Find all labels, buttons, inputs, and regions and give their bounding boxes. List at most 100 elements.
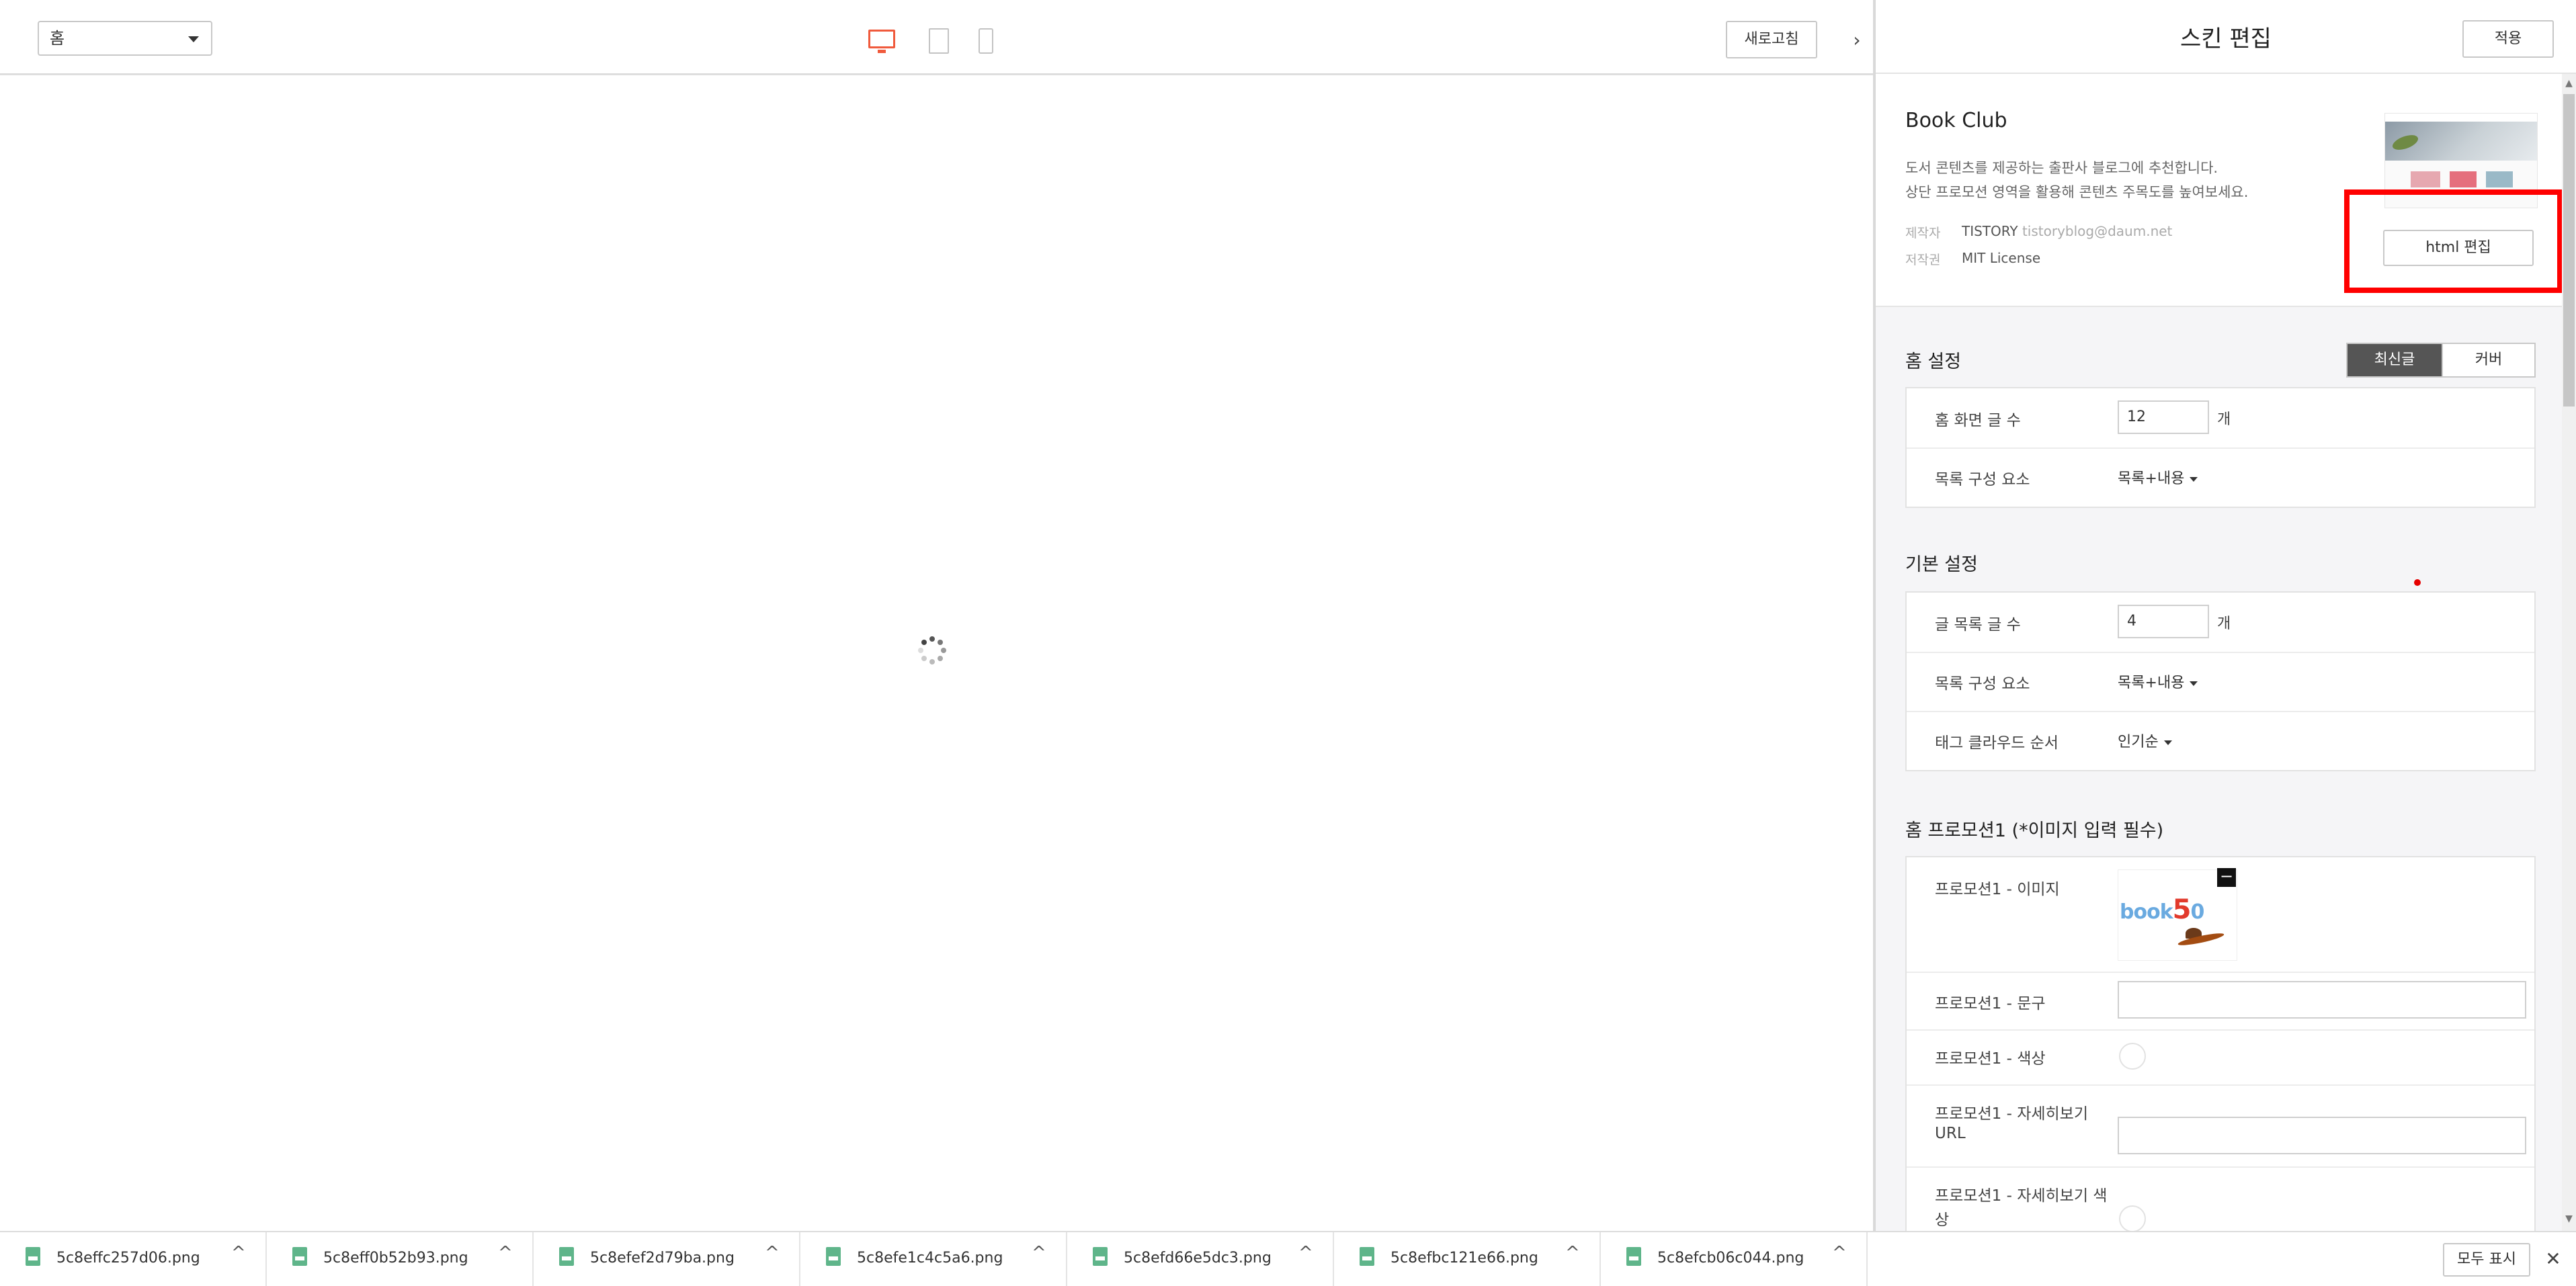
chevron-right-icon[interactable]: › [1847, 28, 1867, 52]
highlight-annotation [2344, 189, 2563, 293]
mobile-view-icon[interactable] [979, 28, 993, 54]
copyright-value: MIT License [1962, 250, 2041, 266]
download-filename: 5c8efd66e5dc3.png [1124, 1250, 1272, 1267]
caret-down-icon [188, 36, 199, 42]
download-item[interactable]: 5c8efd66e5dc3.png ^ [1067, 1232, 1334, 1286]
image-file-icon [1093, 1247, 1108, 1266]
remove-image-icon[interactable]: − [2217, 868, 2236, 887]
download-bar: 5c8effc257d06.png ^ 5c8eff0b52b93.png ^ … [0, 1231, 2576, 1286]
tag-cloud-order-dropdown[interactable]: 인기순 [2118, 730, 2172, 751]
dropdown-value: 목록+내용 [2118, 675, 2185, 691]
caret-down-icon [2190, 681, 2198, 686]
apply-button[interactable]: 적용 [2462, 20, 2554, 58]
segment-cover[interactable]: 커버 [2442, 344, 2534, 376]
download-item[interactable]: 5c8effc257d06.png ^ [0, 1232, 267, 1286]
skin-description-line: 도서 콘텐츠를 제공하는 출판사 블로그에 추천합니다. [1905, 160, 2218, 176]
list-composition-dropdown[interactable]: 목록+내용 [2118, 466, 2198, 488]
row-label: 글 목록 글 수 [1935, 616, 2021, 634]
red-dot-marker [2414, 579, 2421, 586]
home-post-count-input[interactable]: 12 [2118, 400, 2209, 434]
settings-row: 글 목록 글 수 4 개 [1907, 593, 2534, 653]
caret-down-icon [2163, 740, 2172, 745]
promo1-title: 홈 프로모션1 (*이미지 입력 필수) [1905, 820, 2164, 841]
promo-text-input[interactable] [2118, 981, 2526, 1019]
row-label: 프로모션1 - 이미지 [1935, 881, 2060, 898]
maker-label: 제작자 [1905, 226, 1941, 241]
settings-row: 목록 구성 요소 목록+내용 [1907, 652, 2534, 712]
settings-row: 프로모션1 - 문구 [1907, 972, 2534, 1031]
row-label: 상 [1935, 1211, 1950, 1229]
basic-settings-title: 기본 설정 [1905, 554, 1978, 575]
row-label: 프로모션1 - 자세히보기 색 [1935, 1187, 2108, 1205]
unit-label: 개 [2217, 615, 2231, 632]
download-item[interactable]: 5c8eff0b52b93.png ^ [267, 1232, 534, 1286]
promo-color-picker[interactable] [2119, 1043, 2146, 1070]
home-settings-title: 홈 설정 [1905, 351, 1962, 372]
chevron-up-icon[interactable]: ^ [498, 1243, 513, 1263]
refresh-button[interactable]: 새로고침 [1726, 21, 1817, 58]
loading-spinner-icon [918, 636, 946, 665]
show-all-downloads-button[interactable]: 모두 표시 [2443, 1243, 2530, 1277]
promo-image-text: book50 [2120, 894, 2204, 925]
row-label: URL [1935, 1125, 1966, 1142]
basic-settings-card: 글 목록 글 수 4 개 목록 구성 요소 목록+내용 태그 클라우드 순서 인… [1905, 591, 2536, 771]
download-filename: 5c8eff0b52b93.png [323, 1250, 468, 1267]
chevron-up-icon[interactable]: ^ [1032, 1243, 1046, 1263]
download-filename: 5c8efcb06c044.png [1657, 1250, 1804, 1267]
image-file-icon [826, 1247, 841, 1266]
editor-scrollbar-thumb[interactable] [2563, 94, 2575, 406]
settings-row: 홈 화면 글 수 12 개 [1907, 388, 2534, 449]
maker-value: TISTORY tistoryblog@daum.net [1962, 223, 2172, 239]
image-file-icon [292, 1247, 307, 1266]
home-settings-card: 홈 화면 글 수 12 개 목록 구성 요소 목록+내용 [1905, 387, 2536, 508]
maker-name: TISTORY [1962, 223, 2018, 239]
promo-button-color-picker[interactable] [2119, 1205, 2146, 1231]
preview-pane: 홈 새로고침 › [0, 0, 1873, 1231]
row-label: 목록 구성 요소 [1935, 675, 2030, 693]
chevron-up-icon[interactable]: ^ [1832, 1243, 1847, 1263]
desktop-view-icon[interactable] [868, 30, 895, 53]
dropdown-value: 목록+내용 [2118, 470, 2185, 487]
close-icon[interactable]: ✕ [2542, 1244, 2564, 1274]
download-filename: 5c8efef2d79ba.png [590, 1250, 735, 1267]
download-item[interactable]: 5c8efcb06c044.png ^ [1601, 1232, 1868, 1286]
row-label: 프로모션1 - 색상 [1935, 1050, 2046, 1068]
image-file-icon [1626, 1247, 1641, 1266]
settings-row: 목록 구성 요소 목록+내용 [1907, 447, 2534, 507]
row-label: 프로모션1 - 문구 [1935, 995, 2046, 1013]
chevron-up-icon[interactable]: ^ [1565, 1243, 1580, 1263]
row-label: 프로모션1 - 자세히보기 [1935, 1105, 2088, 1123]
preview-toolbar: 홈 새로고침 › [0, 4, 1873, 75]
image-file-icon [26, 1247, 40, 1266]
promo-url-input[interactable] [2118, 1117, 2526, 1154]
promo1-card: 프로모션1 - 이미지 book50 − 프로모션1 - 문구 프로모션1 - … [1905, 856, 2536, 1231]
settings-row: 프로모션1 - 색상 [1907, 1029, 2534, 1086]
download-item[interactable]: 5c8efef2d79ba.png ^ [534, 1232, 800, 1286]
editor-header: 스킨 편집 적용 [1876, 0, 2576, 74]
chevron-up-icon[interactable]: ^ [1298, 1243, 1313, 1263]
list-post-count-input[interactable]: 4 [2118, 605, 2209, 638]
copyright-label: 저작권 [1905, 253, 1941, 267]
skin-editor-panel: 스킨 편집 적용 Book Club 도서 콘텐츠를 제공하는 출판사 블로그에… [1876, 0, 2576, 1231]
download-filename: 5c8effc257d06.png [56, 1250, 200, 1267]
home-mode-segmented: 최신글 커버 [2346, 343, 2536, 378]
maker-email: tistoryblog@daum.net [2022, 223, 2173, 239]
download-filename: 5c8efbc121e66.png [1390, 1250, 1538, 1267]
skin-description-line: 상단 프로모션 영역을 활용해 콘텐츠 주목도를 높여보세요. [1905, 184, 2249, 200]
settings-row: 프로모션1 - 자세히보기 색 상 [1907, 1166, 2534, 1231]
chevron-up-icon[interactable]: ^ [231, 1243, 246, 1263]
settings-row: 프로모션1 - 자세히보기 URL [1907, 1084, 2534, 1168]
segment-recent-posts[interactable]: 최신글 [2348, 344, 2442, 376]
tablet-view-icon[interactable] [929, 28, 949, 54]
scroll-down-icon[interactable]: ▼ [2563, 1211, 2575, 1227]
settings-row: 태그 클라우드 순서 인기순 [1907, 711, 2534, 770]
scroll-up-icon[interactable]: ▲ [2563, 75, 2575, 91]
list-composition-dropdown[interactable]: 목록+내용 [2118, 671, 2198, 692]
page-select[interactable]: 홈 [38, 21, 212, 56]
settings-row: 프로모션1 - 이미지 book50 − [1907, 857, 2534, 973]
row-label: 태그 클라우드 순서 [1935, 734, 2059, 752]
chevron-up-icon[interactable]: ^ [765, 1243, 780, 1263]
download-item[interactable]: 5c8efe1c4c5a6.png ^ [800, 1232, 1067, 1286]
download-item[interactable]: 5c8efbc121e66.png ^ [1334, 1232, 1601, 1286]
image-file-icon [559, 1247, 574, 1266]
